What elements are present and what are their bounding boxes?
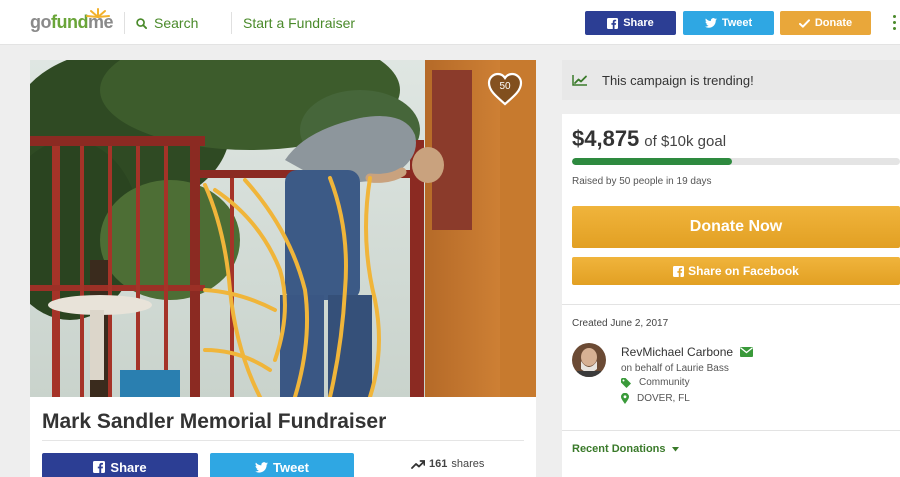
amount-raised: $4,875 of $10k goal — [572, 126, 726, 152]
trending-text: This campaign is trending! — [602, 72, 754, 88]
nav-divider — [231, 12, 232, 34]
avatar-image — [572, 343, 606, 377]
heart-count: 50 — [499, 81, 511, 92]
menu-icon[interactable] — [893, 15, 897, 31]
header-tweet-button[interactable]: Tweet — [683, 11, 774, 35]
organizer-name[interactable]: RevMichael Carbone — [621, 345, 733, 359]
divider — [562, 304, 900, 305]
search-link[interactable]: Search — [136, 15, 198, 31]
campaign-share-button[interactable]: Share — [42, 453, 198, 477]
category-label[interactable]: Community — [639, 377, 690, 388]
header-share-button[interactable]: Share — [585, 11, 676, 35]
organizer-avatar[interactable] — [572, 343, 606, 377]
campaign-tweet-button[interactable]: Tweet — [210, 453, 354, 477]
divider — [562, 430, 900, 431]
checkmark-icon — [798, 18, 810, 28]
divider — [42, 440, 524, 441]
location-row: DOVER, FL — [621, 393, 690, 404]
donate-now-button[interactable]: Donate Now — [572, 206, 900, 248]
facebook-icon — [607, 17, 619, 29]
raised-by-text: Raised by 50 people in 19 days — [572, 176, 712, 187]
tag-icon — [621, 377, 631, 388]
location-label: DOVER, FL — [637, 393, 690, 404]
email-icon[interactable] — [740, 347, 754, 357]
logo-sun-icon — [86, 8, 110, 18]
on-behalf-of: on behalf of Laurie Bass — [621, 363, 729, 374]
goal-text: of $10k goal — [644, 133, 727, 150]
raised-amount: $4,875 — [572, 126, 640, 151]
share-on-facebook-button[interactable]: Share on Facebook — [572, 257, 900, 285]
campaign-image — [30, 60, 536, 397]
twitter-icon — [255, 461, 269, 473]
recent-donations-toggle[interactable]: Recent Donations — [572, 443, 679, 455]
trending-icon — [572, 75, 587, 86]
caret-down-icon — [671, 446, 679, 451]
progress-bar-fill — [572, 158, 732, 165]
created-date: Created June 2, 2017 — [572, 318, 669, 329]
trending-icon — [411, 459, 425, 469]
search-label: Search — [154, 15, 199, 31]
progress-bar — [572, 158, 900, 165]
twitter-icon — [704, 18, 717, 28]
facebook-icon — [673, 265, 685, 277]
top-header: gofundme Search Start a Fundraiser Share… — [0, 0, 900, 45]
donation-panel: $4,875 of $10k goal Raised by 50 people … — [562, 114, 900, 477]
trending-banner: This campaign is trending! — [562, 60, 900, 100]
search-icon — [136, 17, 147, 29]
nav-divider — [124, 12, 125, 34]
campaign-title: Mark Sandler Memorial Fundraiser — [42, 410, 387, 433]
organizer-name-row: RevMichael Carbone — [621, 345, 754, 359]
start-fundraiser-link[interactable]: Start a Fundraiser — [243, 15, 355, 31]
facebook-icon — [93, 461, 106, 473]
header-donate-button[interactable]: Donate — [780, 11, 871, 35]
campaign-photo — [30, 60, 536, 397]
location-pin-icon — [621, 393, 629, 404]
category-row: Community — [621, 377, 690, 388]
share-count: 161 shares — [411, 458, 484, 470]
campaign-card: 50 Mark Sandler Memorial Fundraiser Shar… — [30, 60, 536, 477]
